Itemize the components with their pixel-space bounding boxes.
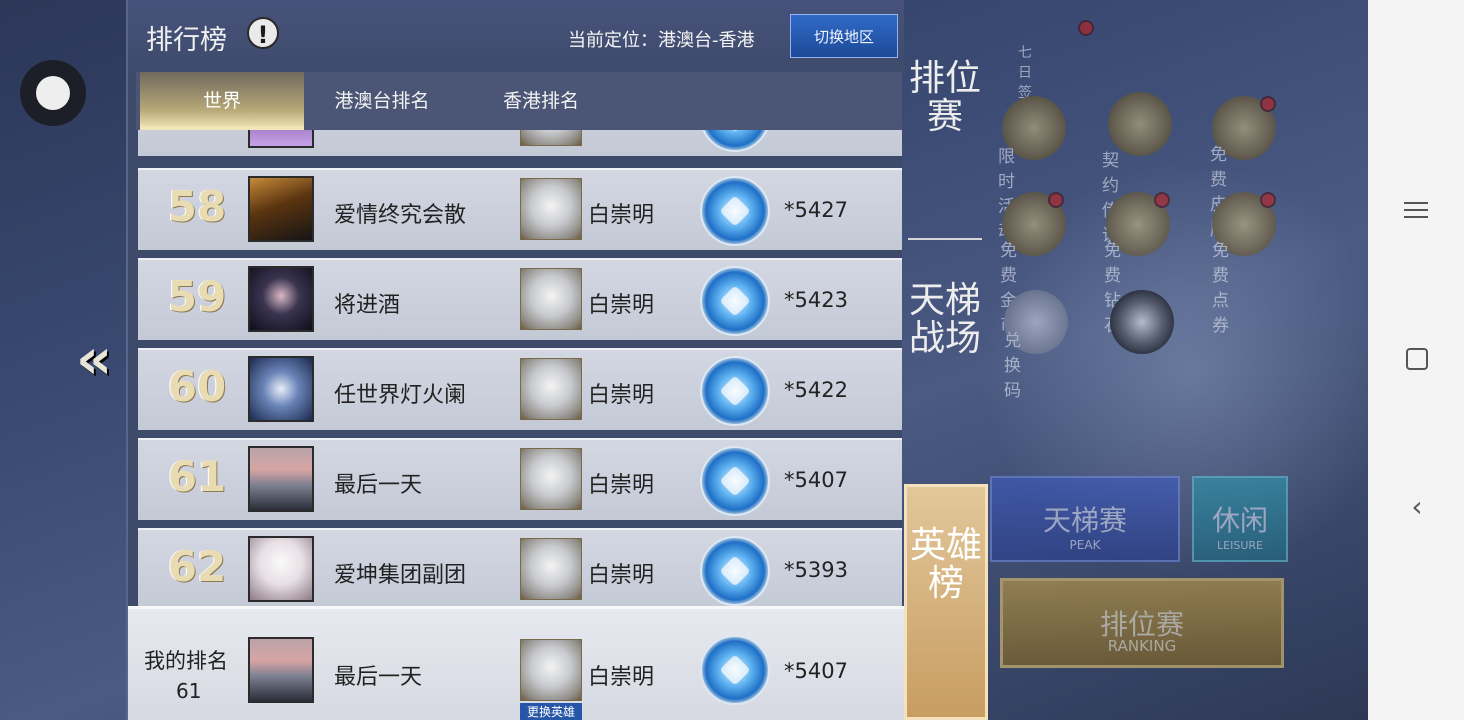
ranked-mode-button[interactable]: 排位赛 RANKING — [1000, 578, 1284, 668]
back-icon[interactable]: ‹ — [1404, 493, 1430, 521]
category-tabs: 排位赛 天梯战场 英雄榜 — [904, 0, 988, 720]
score: *5423 — [784, 288, 848, 312]
avatar — [248, 356, 314, 422]
player-name: 任世界灯火阑 — [334, 383, 467, 408]
avatar — [248, 446, 314, 512]
rank-number: 58 — [167, 182, 227, 231]
casual-mode-button[interactable]: 休闲 LEISURE — [1192, 476, 1288, 562]
notification-dot — [1048, 192, 1064, 208]
game-screen: « 七日签到 限时活动 契约传说 免费皮肤 免费金币 免费钻石 免费点券 兑换码… — [0, 0, 1368, 720]
hero-icon — [520, 358, 582, 420]
rank-badge-icon — [700, 635, 770, 705]
avatar — [248, 637, 314, 703]
menu-icon[interactable] — [1404, 197, 1430, 223]
avatar — [248, 536, 314, 602]
tab-world[interactable]: 世界 — [140, 72, 304, 130]
rank-badge-icon — [700, 536, 770, 606]
hero-name: 白崇明 — [588, 203, 655, 228]
switch-region-button[interactable]: 切换地区 — [790, 14, 898, 58]
player-name: 最后一天 — [334, 665, 423, 690]
my-rank-label: 我的排名 — [144, 649, 228, 673]
rank-badge-icon — [700, 176, 770, 246]
voice-icon[interactable] — [1110, 290, 1174, 354]
table-row[interactable] — [138, 130, 902, 156]
table-row[interactable]: 61 最后一天 白崇明 *5407 — [138, 438, 902, 520]
redeem-label: 兑换码 — [1004, 331, 1021, 401]
hero-name: 白崇明 — [588, 383, 655, 408]
ladder-label: 天梯赛 — [1042, 504, 1127, 537]
rank-number: 62 — [167, 542, 227, 591]
hero-icon — [520, 130, 582, 146]
tab-ladder[interactable]: 天梯战场 — [908, 282, 982, 358]
rank-number: 61 — [167, 452, 227, 501]
avatar — [248, 130, 314, 148]
hero-name: 白崇明 — [588, 473, 655, 498]
change-hero-button[interactable]: 更换英雄 — [520, 703, 582, 720]
rank-badge-icon — [700, 266, 770, 336]
table-row[interactable]: 59 将进酒 白崇明 *5423 — [138, 258, 902, 340]
hero-icon[interactable] — [520, 639, 582, 701]
notification-dot — [1154, 192, 1170, 208]
ranked-sub-label: RANKING — [1107, 637, 1177, 655]
tab-hong-kong[interactable]: 香港排名 — [476, 72, 606, 126]
current-location: 当前定位：港澳台-香港 — [568, 30, 755, 51]
home-icon[interactable] — [1406, 348, 1428, 370]
leaderboard-panel: 排行榜 ! 当前定位：港澳台-香港 切换地区 世界 港澳台排名 香港排名 58 … — [126, 0, 904, 720]
divider — [908, 238, 982, 240]
my-rank-number: 61 — [176, 679, 202, 703]
tab-label: 港澳台排名 — [334, 89, 430, 112]
player-name: 最后一天 — [334, 473, 423, 498]
table-row[interactable]: 60 任世界灯火阑 白崇明 *5422 — [138, 348, 902, 430]
ladder-sub-label: PEAK — [1069, 538, 1101, 552]
tab-label: 香港排名 — [502, 89, 579, 112]
hero-icon — [520, 538, 582, 600]
table-row[interactable]: 58 爱情终究会散 白崇明 *5427 — [138, 168, 902, 250]
hero-icon — [520, 178, 582, 240]
score: *5407 — [784, 468, 848, 492]
hero-name: 白崇明 — [588, 665, 655, 690]
rank-number: 60 — [167, 362, 227, 411]
notification-dot — [1260, 96, 1276, 112]
tab-label: 世界 — [202, 89, 241, 112]
rank-badge-icon — [700, 130, 770, 152]
tab-ranked[interactable]: 排位赛 — [908, 60, 982, 136]
floating-ball-icon[interactable] — [20, 60, 86, 126]
info-icon[interactable]: ! — [247, 17, 279, 49]
player-name: 爱坤集团副团 — [334, 563, 467, 588]
page-title: 排行榜 — [146, 25, 227, 56]
tab-hero-ranking[interactable]: 英雄榜 — [904, 484, 988, 720]
table-row[interactable]: 62 爱坤集团副团 白崇明 *5393 — [138, 528, 902, 606]
rank-badge-icon — [700, 446, 770, 516]
score: *5407 — [784, 659, 848, 683]
system-nav-bar: ‹ — [1368, 0, 1464, 720]
rank-number: 59 — [167, 272, 227, 321]
player-name: 爱情终究会散 — [334, 203, 467, 228]
hero-name: 白崇明 — [588, 563, 655, 588]
casual-sub-label: LEISURE — [1217, 539, 1263, 552]
hero-icon — [520, 448, 582, 510]
avatar — [248, 266, 314, 332]
free-point-label: 免费点券 — [1212, 241, 1229, 336]
hero-name: 白崇明 — [588, 293, 655, 318]
player-name: 将进酒 — [334, 293, 401, 318]
panel-header: 排行榜 ! 当前定位：港澳台-香港 切换地区 — [128, 0, 904, 72]
score: *5422 — [784, 378, 848, 402]
region-tabs: 世界 港澳台排名 香港排名 — [136, 72, 902, 130]
notification-dot — [1260, 192, 1276, 208]
score: *5393 — [784, 558, 848, 582]
notification-dot — [1078, 20, 1094, 36]
rank-badge-icon — [700, 356, 770, 426]
my-rank-row: 我的排名 61 最后一天 更换英雄 白崇明 *5407 — [128, 606, 904, 720]
double-chevron-left-icon[interactable]: « — [76, 330, 122, 390]
ladder-mode-button[interactable]: 天梯赛 PEAK — [990, 476, 1180, 562]
casual-label: 休闲 — [1211, 504, 1268, 537]
score: *5427 — [784, 198, 848, 222]
hero-icon — [520, 268, 582, 330]
tab-hk-macau-taiwan[interactable]: 港澳台排名 — [312, 72, 452, 126]
avatar — [248, 176, 314, 242]
ranking-list[interactable]: 58 爱情终究会散 白崇明 *5427 59 将进酒 白崇明 *5423 60 — [138, 130, 902, 606]
